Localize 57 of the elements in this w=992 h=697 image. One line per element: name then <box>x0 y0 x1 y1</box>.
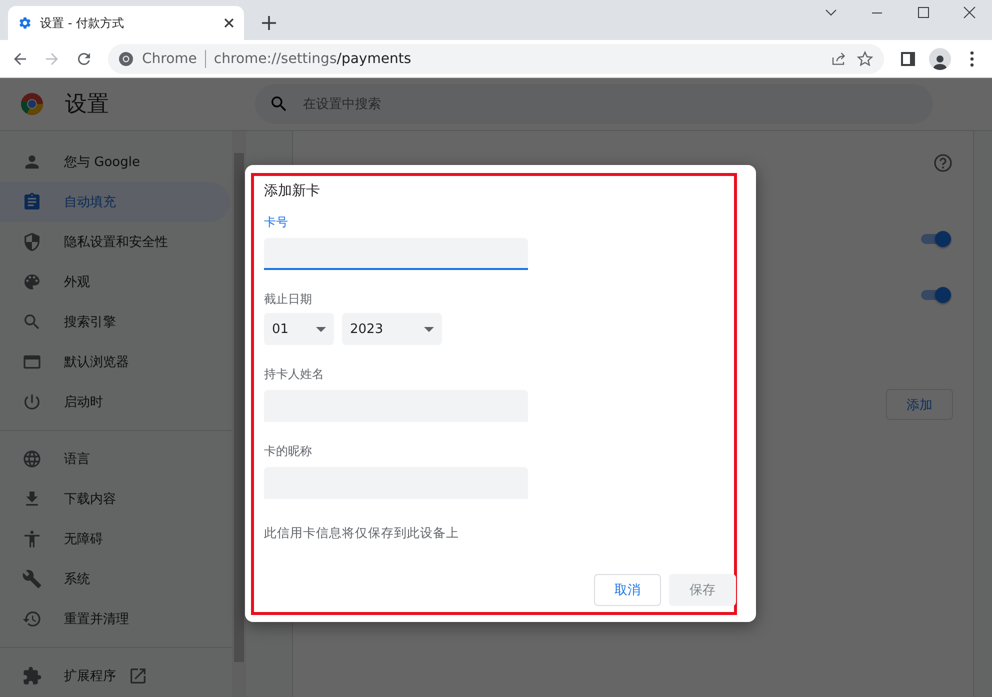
sidebar-item[interactable]: 自动填充 <box>0 182 230 222</box>
sidebar-item[interactable]: 系统 <box>0 559 230 599</box>
toggle-switch[interactable] <box>919 231 951 247</box>
sidebar-item[interactable]: 默认浏览器 <box>0 342 230 382</box>
address-bar[interactable]: Chrome chrome://settings/payments <box>108 44 884 74</box>
sidebar-item[interactable]: 搜索引擎 <box>0 302 230 342</box>
toggle-switch[interactable] <box>919 287 951 303</box>
browser-tab[interactable]: 设置 - 付款方式 <box>8 6 244 40</box>
accessibility-icon <box>22 529 42 549</box>
field-label: 卡号 <box>264 214 289 231</box>
star-icon[interactable] <box>856 50 874 68</box>
sidebar-item[interactable]: 启动时 <box>0 382 230 422</box>
side-panel-icon[interactable] <box>900 50 916 66</box>
dropdown-caret-icon <box>316 326 326 332</box>
search-icon <box>22 312 42 332</box>
close-icon[interactable] <box>224 18 234 28</box>
dropdown-caret-icon <box>424 326 434 332</box>
year-dropdown[interactable]: 2023 <box>342 313 442 345</box>
input-field[interactable] <box>264 238 528 270</box>
field-label: 截止日期 <box>264 291 313 308</box>
shield-icon <box>22 232 42 252</box>
sidebar-item[interactable]: 您与 Google <box>0 142 230 182</box>
info-text: 此信用卡信息将仅保存到此设备上 <box>264 525 460 542</box>
add-button[interactable]: 添加 <box>886 389 953 420</box>
sidebar-item[interactable]: 下载内容 <box>0 479 230 519</box>
power-icon <box>22 392 42 412</box>
url-text: chrome://settings/payments <box>214 50 412 66</box>
scrollbar[interactable] <box>232 131 246 697</box>
sidebar-item[interactable]: 外观 <box>0 262 230 302</box>
month-dropdown[interactable]: 01 <box>264 313 334 345</box>
help-icon[interactable] <box>933 153 953 173</box>
sidebar-item[interactable]: 语言 <box>0 439 230 479</box>
palette-icon <box>22 272 42 292</box>
clipboard-icon <box>22 192 42 212</box>
menu-icon[interactable] <box>970 50 974 66</box>
sidebar-item[interactable]: 无障碍 <box>0 519 230 559</box>
plus-icon[interactable] <box>262 16 276 30</box>
wrench-icon <box>22 569 42 589</box>
page-title: 设置 <box>65 91 110 119</box>
cancel-button[interactable]: 取消 <box>594 574 661 606</box>
chrome-logo-icon <box>20 92 44 116</box>
field-label: 持卡人姓名 <box>264 366 325 383</box>
puzzle-icon <box>22 666 42 686</box>
profile-avatar[interactable] <box>929 48 951 70</box>
search-icon <box>269 94 289 114</box>
share-icon[interactable] <box>830 50 848 68</box>
globe-icon <box>22 449 42 469</box>
site-label: Chrome <box>142 50 197 66</box>
dialog-title: 添加新卡 <box>264 182 321 201</box>
field-label: 卡的昵称 <box>264 443 313 460</box>
search-field[interactable]: 在设置中搜索 <box>255 84 933 124</box>
gear-icon <box>18 16 32 30</box>
sidebar-item[interactable]: 扩展程序 <box>0 656 230 696</box>
sidebar-item[interactable]: 重置并清理 <box>0 599 230 639</box>
history-icon <box>22 609 42 629</box>
chrome-logo-icon <box>118 50 134 66</box>
sidebar-item[interactable]: 隐私设置和安全性 <box>0 222 230 262</box>
